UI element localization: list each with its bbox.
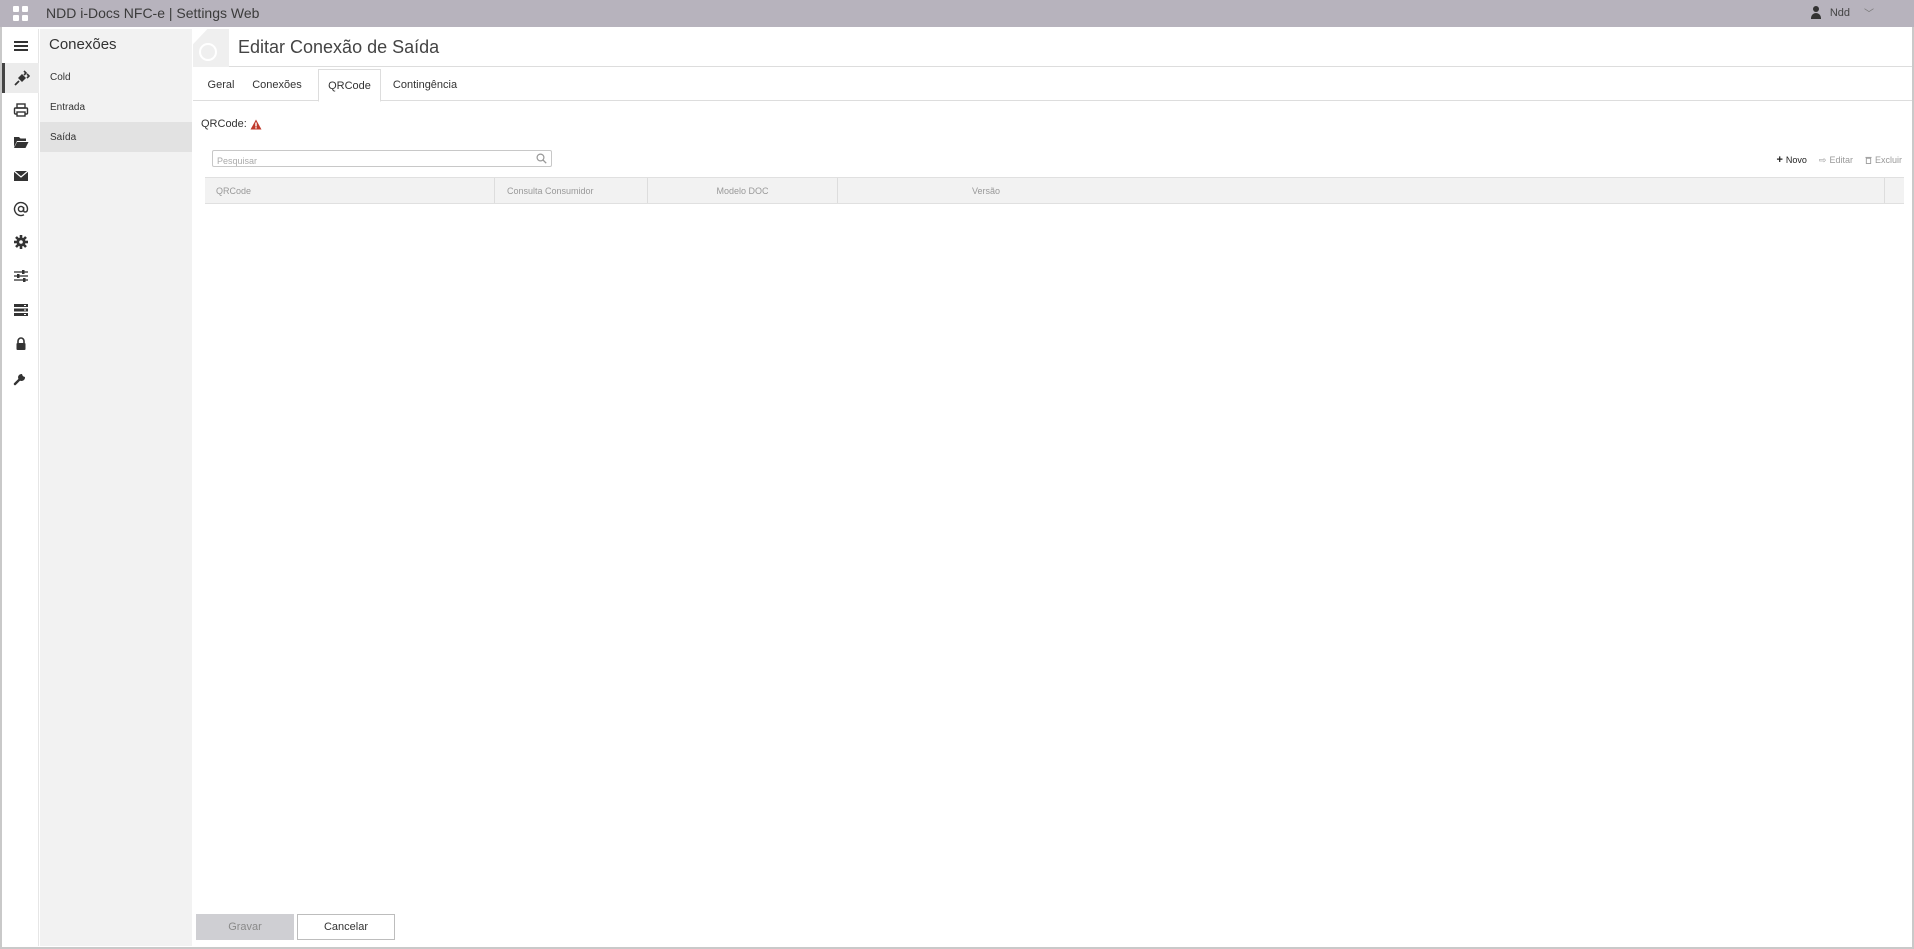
title-bar: NDD i-Docs NFC-e | Settings Web Ndd ﹀ bbox=[0, 0, 1914, 27]
grid-actions: + Novo ⇨ Editar Excluir bbox=[1776, 154, 1902, 166]
edit-button-label: Editar bbox=[1829, 155, 1853, 165]
column-header-modelo-doc[interactable]: Modelo DOC bbox=[648, 178, 838, 203]
user-menu[interactable]: Ndd ﹀ bbox=[1810, 5, 1874, 20]
search-icon[interactable] bbox=[536, 153, 547, 164]
sidebar-item-saida[interactable]: Saída bbox=[40, 122, 192, 152]
new-button-label: Novo bbox=[1785, 155, 1807, 165]
form-footer: Gravar Cancelar bbox=[196, 914, 395, 940]
wrench-icon[interactable] bbox=[2, 363, 39, 393]
icon-rail bbox=[2, 29, 39, 946]
cancel-button[interactable]: Cancelar bbox=[297, 914, 395, 940]
plus-icon: + bbox=[1776, 154, 1783, 166]
search-input[interactable] bbox=[213, 153, 523, 169]
trash-icon bbox=[1865, 156, 1872, 164]
at-sign-icon[interactable] bbox=[2, 194, 39, 224]
hamburger-menu-icon[interactable] bbox=[2, 31, 39, 61]
sliders-icon[interactable] bbox=[2, 261, 39, 291]
sidebar-title: Conexões bbox=[49, 36, 117, 53]
envelope-icon[interactable] bbox=[2, 161, 39, 191]
delete-button-label: Excluir bbox=[1874, 155, 1902, 165]
gear-icon[interactable] bbox=[2, 227, 39, 257]
upload-circle-icon bbox=[199, 43, 217, 61]
sidebar-item-cold[interactable]: Cold bbox=[40, 62, 192, 92]
tab-qrcode[interactable]: QRCode bbox=[318, 69, 381, 102]
tab-bar: Geral Conexões QRCode Contingência bbox=[193, 69, 1912, 102]
plug-icon[interactable] bbox=[2, 63, 39, 93]
page-header: Editar Conexão de Saída bbox=[193, 29, 1912, 67]
sidebar-item-entrada[interactable]: Entrada bbox=[40, 92, 192, 122]
qrcode-section-label: QRCode: bbox=[201, 118, 262, 130]
printer-icon[interactable] bbox=[2, 95, 39, 125]
header-decoration bbox=[193, 29, 229, 67]
edit-button[interactable]: ⇨ Editar bbox=[1819, 154, 1853, 166]
sidebar: Conexões Cold Entrada Saída bbox=[40, 29, 192, 946]
app-title: NDD i-Docs NFC-e | Settings Web bbox=[46, 5, 260, 21]
delete-button[interactable]: Excluir bbox=[1865, 154, 1902, 166]
tab-conexoes[interactable]: Conexões bbox=[248, 69, 306, 101]
tab-geral[interactable]: Geral bbox=[200, 69, 242, 101]
user-icon bbox=[1810, 6, 1822, 19]
apps-grid-icon[interactable] bbox=[13, 6, 28, 21]
server-list-icon[interactable] bbox=[2, 295, 39, 325]
new-button[interactable]: + Novo bbox=[1776, 154, 1806, 166]
chevron-down-icon: ﹀ bbox=[1864, 9, 1874, 20]
warning-icon bbox=[250, 119, 262, 129]
column-header-versao[interactable]: Versão bbox=[838, 178, 1885, 203]
main-content: Editar Conexão de Saída Geral Conexões Q… bbox=[193, 29, 1912, 946]
tab-contingencia[interactable]: Contingência bbox=[387, 69, 463, 101]
column-header-consulta-consumidor[interactable]: Consulta Consumidor bbox=[495, 178, 648, 203]
page-title: Editar Conexão de Saída bbox=[238, 37, 440, 57]
grid-header: QRCode Consulta Consumidor Modelo DOC Ve… bbox=[205, 177, 1904, 204]
folder-open-icon[interactable] bbox=[2, 127, 39, 157]
search-box bbox=[212, 150, 552, 169]
save-button[interactable]: Gravar bbox=[196, 914, 294, 940]
user-name: Ndd bbox=[1829, 6, 1850, 19]
edit-icon: ⇨ bbox=[1818, 154, 1827, 165]
qrcode-label: QRCode: bbox=[201, 118, 247, 130]
lock-icon[interactable] bbox=[2, 329, 39, 359]
column-header-qrcode[interactable]: QRCode bbox=[205, 178, 495, 203]
